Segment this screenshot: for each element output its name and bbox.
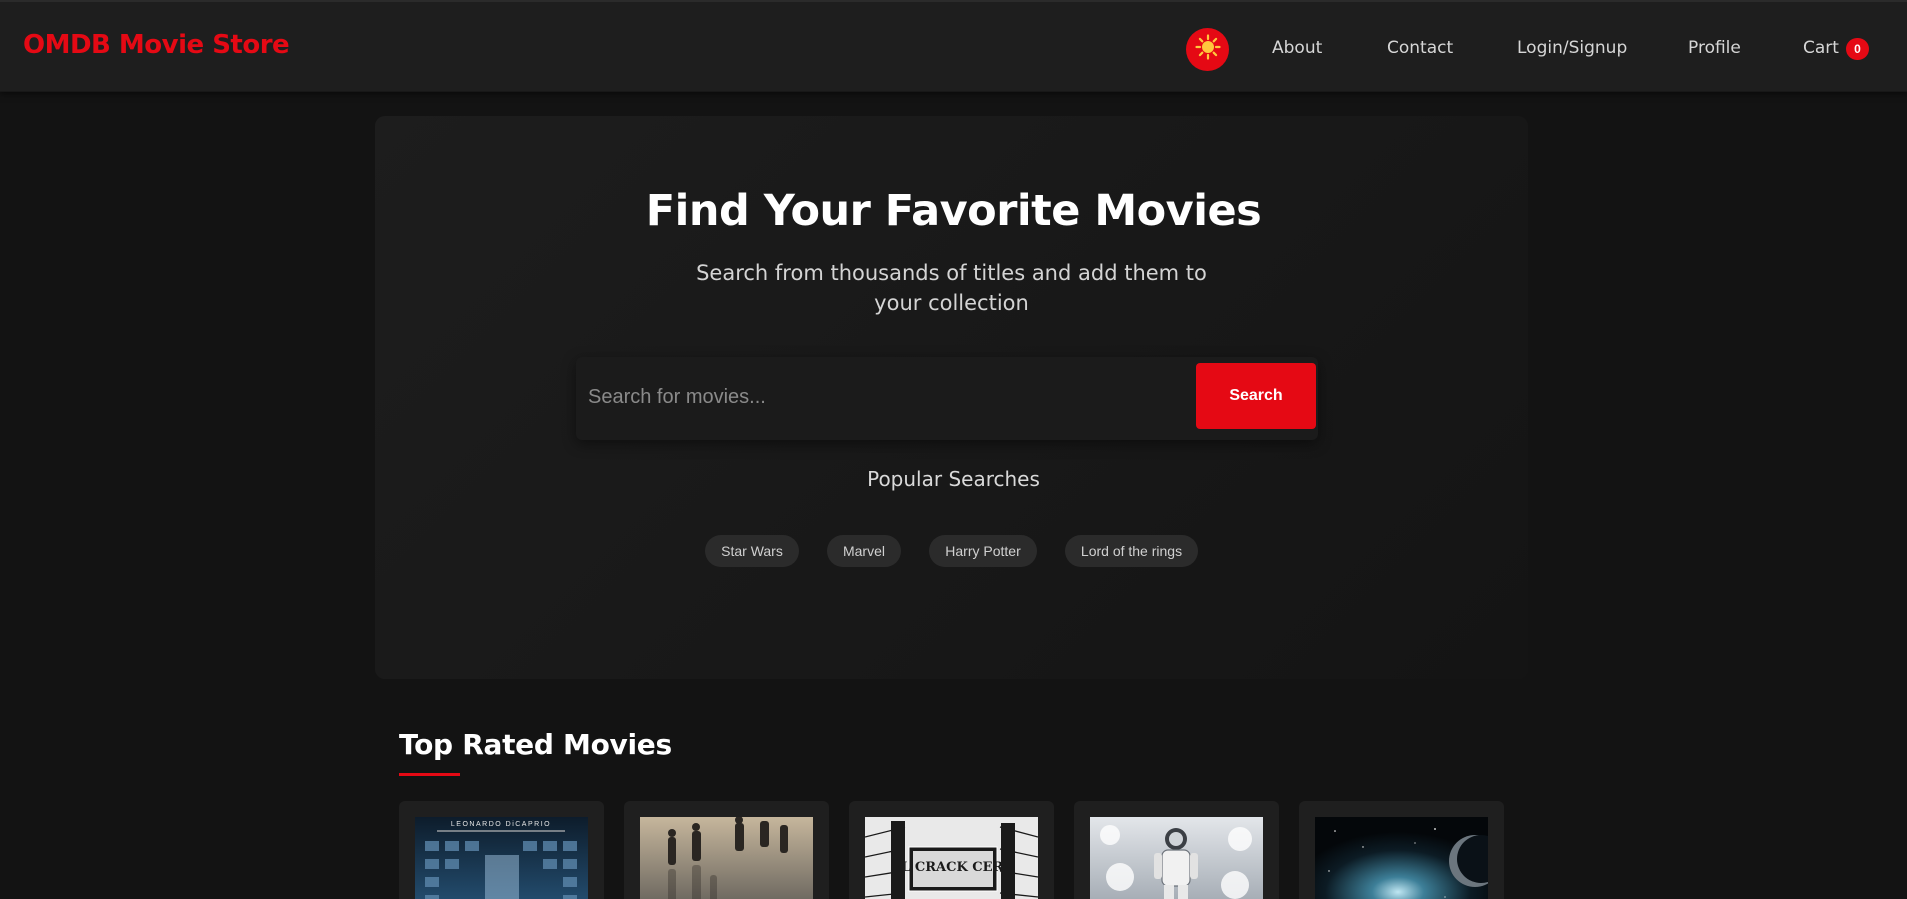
movie-poster — [1090, 817, 1263, 899]
movie-poster: EL CRACK CERO — [865, 817, 1038, 899]
popular-searches-heading: Popular Searches — [867, 467, 1040, 491]
poster-text: LEONARDO DiCAPRIO — [451, 821, 551, 828]
search-bar: Search — [576, 357, 1318, 440]
theme-toggle-button[interactable] — [1186, 28, 1229, 71]
movie-card[interactable]: EL CRACK CERO — [849, 801, 1054, 899]
nav-link-profile[interactable]: Profile — [1688, 38, 1741, 58]
hero-title: Find Your Favorite Movies — [645, 186, 1262, 236]
movie-card[interactable] — [1299, 801, 1504, 899]
movie-card[interactable] — [624, 801, 829, 899]
popular-search-chip-star-wars[interactable]: Star Wars — [705, 535, 799, 567]
search-button[interactable]: Search — [1196, 363, 1316, 429]
nav-link-about[interactable]: About — [1272, 38, 1322, 58]
navbar: OMDB Movie Store About Contact Login/Sig… — [0, 0, 1907, 92]
hero-subtitle: Search from thousands of titles and add … — [696, 261, 1207, 315]
section-underline — [399, 773, 460, 776]
sun-icon — [1194, 34, 1221, 65]
top-rated-title: Top Rated Movies — [399, 728, 672, 761]
nav-link-cart[interactable]: Cart — [1803, 38, 1839, 58]
movie-poster: LEONARDO DiCAPRIO — [415, 817, 588, 899]
site-logo[interactable]: OMDB Movie Store — [23, 30, 290, 60]
popular-search-chip-lord-of-the-rings[interactable]: Lord of the rings — [1065, 535, 1198, 567]
movie-poster — [1315, 817, 1488, 899]
movie-card[interactable] — [1074, 801, 1279, 899]
movie-poster — [640, 817, 813, 899]
nav-link-login-signup[interactable]: Login/Signup — [1517, 38, 1627, 58]
popular-search-chip-harry-potter[interactable]: Harry Potter — [929, 535, 1037, 567]
search-input[interactable] — [588, 367, 1178, 427]
cart-count-badge: 0 — [1846, 38, 1869, 60]
nav-link-contact[interactable]: Contact — [1387, 38, 1453, 58]
poster-text: EL CRACK CERO — [891, 860, 1014, 875]
movie-card[interactable]: LEONARDO DiCAPRIO — [399, 801, 604, 899]
popular-search-chip-marvel[interactable]: Marvel — [827, 535, 901, 567]
